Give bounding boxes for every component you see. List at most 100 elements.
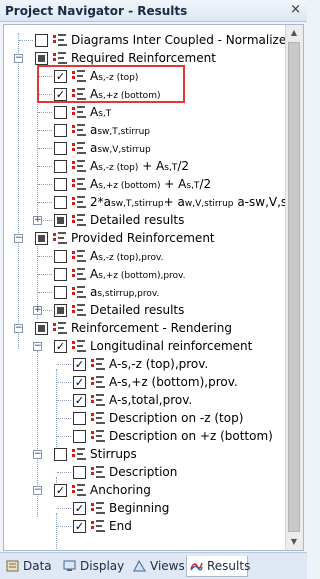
tree-item-label: Provided Reinforcement	[71, 231, 215, 245]
tree-item-label: As,+z (bottom),prov.	[90, 267, 186, 281]
checkbox[interactable]: ✓	[73, 376, 86, 389]
checkbox[interactable]: ✓	[73, 358, 86, 371]
tree-item-label: As,T	[90, 105, 112, 119]
checkbox[interactable]: ✓	[54, 484, 67, 497]
checkbox[interactable]: ✓	[73, 502, 86, 515]
result-icon	[71, 213, 87, 227]
checkbox[interactable]	[54, 160, 67, 173]
rendering-icon	[71, 483, 87, 497]
tree-item-label: Diagrams Inter Coupled - Normalized	[71, 33, 294, 47]
display-icon	[63, 560, 76, 571]
checkbox[interactable]	[54, 106, 67, 119]
tree-item-label: Description on -z (top)	[109, 411, 244, 425]
collapse-icon[interactable]: −	[14, 54, 23, 63]
result-icon	[71, 177, 87, 191]
tree-item-label: Description	[109, 465, 178, 479]
collapse-icon[interactable]: −	[14, 324, 23, 333]
checkbox[interactable]	[54, 268, 67, 281]
navigator-tabs: Data Display Views Results	[0, 552, 307, 579]
checkbox[interactable]	[54, 124, 67, 137]
tree-item-label: End	[109, 519, 132, 533]
checkbox[interactable]	[35, 52, 48, 65]
rendering-icon	[90, 465, 106, 479]
checkbox[interactable]	[73, 430, 86, 443]
checkbox[interactable]: ✓	[73, 394, 86, 407]
tab-label: Display	[80, 559, 125, 573]
tab-display[interactable]: Display	[60, 556, 126, 577]
result-icon	[71, 141, 87, 155]
rendering-icon	[90, 393, 106, 407]
scrollbar-thumb[interactable]	[288, 42, 300, 532]
checkbox[interactable]: ✓	[54, 340, 67, 353]
tree-item-label: A-s,-z (top),prov.	[109, 357, 209, 371]
checkbox[interactable]	[54, 196, 67, 209]
data-icon	[6, 560, 19, 572]
tab-views[interactable]: Views	[130, 556, 186, 577]
result-icon	[71, 249, 87, 263]
checkbox[interactable]	[73, 412, 86, 425]
close-icon[interactable]: ×	[290, 2, 301, 17]
rendering-icon	[90, 375, 106, 389]
tree-item-label: as,stirrup,prov.	[90, 285, 160, 299]
checkbox[interactable]: ✓	[73, 520, 86, 533]
tree-item-label: As,-z (top),prov.	[90, 249, 164, 263]
results-icon	[190, 562, 203, 571]
tab-label: Results	[207, 559, 251, 573]
checkbox[interactable]	[54, 250, 67, 263]
checkbox[interactable]	[54, 304, 67, 317]
navigator-titlebar: Project Navigator - Results ×	[0, 0, 307, 22]
tree-item-label: Stirrups	[90, 447, 137, 461]
checkbox[interactable]	[73, 466, 86, 479]
rendering-icon	[52, 321, 68, 335]
tree-item-label: asw,V,stirrup	[90, 141, 151, 155]
vertical-scrollbar[interactable]: ▲ ▼	[285, 25, 303, 550]
tab-label: Views	[150, 559, 185, 573]
reinforcement-icon	[52, 231, 68, 245]
result-icon	[71, 195, 87, 209]
tree-item-label: Reinforcement - Rendering	[71, 321, 232, 335]
collapse-icon[interactable]: −	[33, 342, 42, 351]
tab-results[interactable]: Results	[186, 556, 251, 577]
scroll-up-icon[interactable]: ▲	[286, 25, 302, 41]
tree-item-label: Detailed results	[90, 213, 185, 227]
checkbox[interactable]	[35, 322, 48, 335]
tree-item-label: As,-z (top) + As,T/2	[90, 159, 190, 173]
expand-icon[interactable]: +	[33, 216, 42, 225]
checkbox[interactable]	[54, 448, 67, 461]
tree-item-label: Beginning	[109, 501, 170, 515]
rendering-icon	[90, 501, 106, 515]
rendering-icon	[71, 339, 87, 353]
checkbox[interactable]	[35, 34, 48, 47]
tree-item-label: Longitudinal reinforcement	[90, 339, 253, 353]
collapse-icon[interactable]: −	[33, 450, 42, 459]
checkbox[interactable]	[54, 214, 67, 227]
checkbox[interactable]	[54, 178, 67, 191]
tree-item-label: Detailed results	[90, 303, 185, 317]
tab-label: Data	[23, 559, 52, 573]
tree-item-label: A-s,+z (bottom),prov.	[109, 375, 238, 389]
collapse-icon[interactable]: −	[14, 234, 23, 243]
highlight-box	[37, 65, 185, 103]
rendering-icon	[90, 357, 106, 371]
tab-data[interactable]: Data	[3, 556, 53, 577]
diagram-icon	[52, 33, 68, 47]
scroll-down-icon[interactable]: ▼	[286, 534, 302, 550]
result-icon	[71, 303, 87, 317]
result-icon	[71, 285, 87, 299]
views-icon	[133, 560, 146, 572]
window-title: Project Navigator - Results	[5, 4, 188, 18]
expand-icon[interactable]: +	[33, 306, 42, 315]
checkbox[interactable]	[54, 142, 67, 155]
rendering-icon	[90, 429, 106, 443]
result-icon	[71, 105, 87, 119]
tree-item-label: Anchoring	[90, 483, 151, 497]
reinforcement-icon	[52, 51, 68, 65]
checkbox[interactable]	[54, 286, 67, 299]
result-icon	[71, 123, 87, 137]
tree-item-label: 2*asw,T,stirrup+ aw,V,stirrup a-sw,V,sti…	[90, 195, 303, 209]
tree-item-label: asw,T,stirrup	[90, 123, 151, 137]
rendering-icon	[90, 519, 106, 533]
collapse-icon[interactable]: −	[33, 486, 42, 495]
results-tree: Diagrams Inter Coupled - Normalized − Re…	[4, 25, 303, 550]
checkbox[interactable]	[35, 232, 48, 245]
